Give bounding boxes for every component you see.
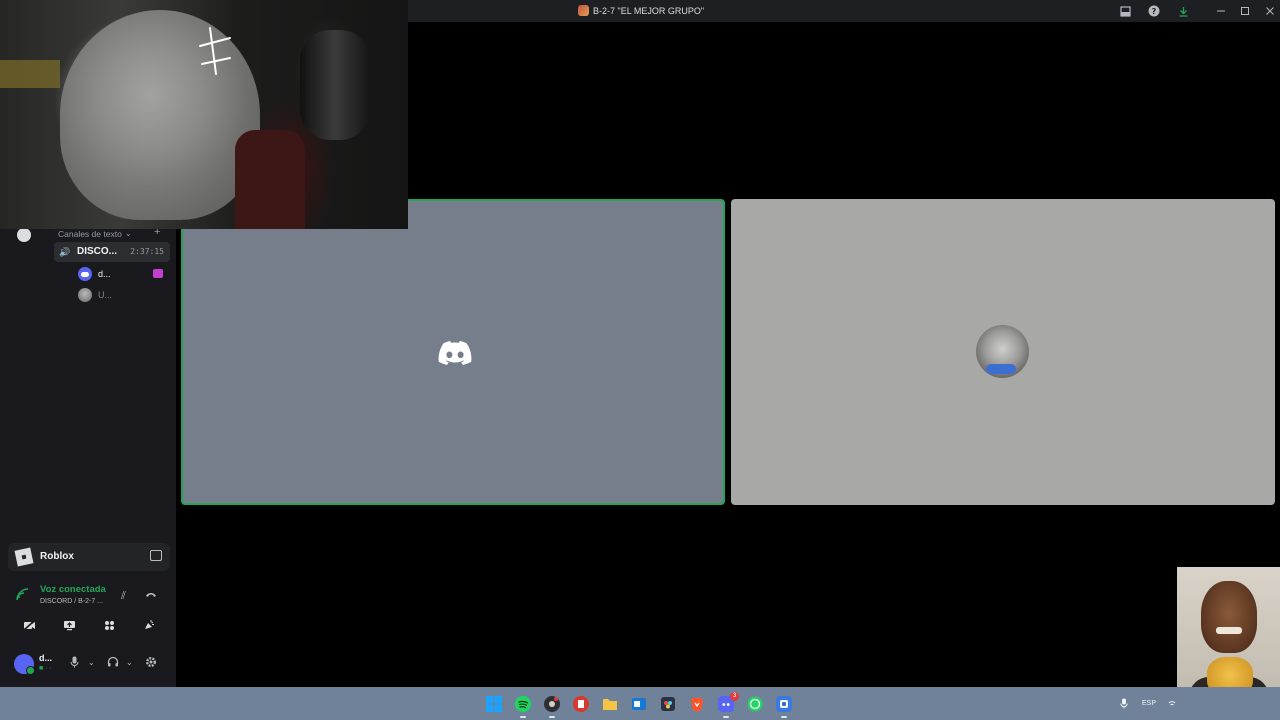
headphones-icon[interactable] xyxy=(107,656,119,670)
avatar xyxy=(78,267,92,281)
activity-panel[interactable]: Roblox xyxy=(8,543,170,571)
soundboard-icon[interactable] xyxy=(136,615,162,635)
category-label: Canales de texto xyxy=(58,228,122,239)
microphone-icon[interactable] xyxy=(70,656,79,671)
member-name: U... xyxy=(98,290,113,300)
chevron-down-icon: ⌄ xyxy=(124,228,132,238)
spotify-icon[interactable] xyxy=(513,694,533,718)
discord-logo-icon xyxy=(438,341,472,365)
video-tile[interactable] xyxy=(731,199,1275,505)
gear-icon[interactable] xyxy=(145,656,157,671)
camera-off-icon[interactable] xyxy=(16,615,42,635)
help-icon[interactable]: ? xyxy=(1147,4,1161,18)
server-icon xyxy=(578,5,589,16)
member-name: d... xyxy=(98,269,111,279)
window-title: B-2-7 "EL MEJOR GRUPO" xyxy=(578,5,704,16)
screen-share-icon[interactable] xyxy=(56,615,82,635)
scribble-mark xyxy=(199,27,231,75)
taskbar-apps: 3 xyxy=(484,692,794,718)
language-indicator[interactable]: ESP xyxy=(1142,700,1156,707)
minimize-icon[interactable] xyxy=(1214,4,1228,18)
window-title-text: B-2-7 "EL MEJOR GRUPO" xyxy=(593,5,705,16)
user-status: ■ · · xyxy=(39,665,52,672)
voice-member[interactable]: d... xyxy=(78,266,111,282)
screen: B-2-7 "EL MEJOR GRUPO" ? Canales de text… xyxy=(0,0,1280,720)
noise-suppression-icon[interactable]: ⫽ xyxy=(121,590,126,603)
video-tile-speaking[interactable] xyxy=(181,199,725,505)
speaker-icon: 🔊 xyxy=(59,247,71,257)
microphone-tray-icon[interactable] xyxy=(1120,698,1128,711)
roblox-icon xyxy=(14,547,34,567)
avatar xyxy=(976,325,1029,378)
avatar[interactable] xyxy=(14,654,35,675)
voice-path[interactable]: DISCORD / B-2-7 ... xyxy=(40,598,103,605)
chevron-down-icon[interactable]: ⌄ xyxy=(126,658,133,667)
svg-text:?: ? xyxy=(1152,7,1157,16)
wifi-icon[interactable] xyxy=(1168,698,1176,710)
brave-icon[interactable] xyxy=(687,694,707,714)
close-icon[interactable] xyxy=(1263,4,1277,18)
screen-share-icon[interactable] xyxy=(150,550,162,561)
voice-channel[interactable]: 🔊 DISCO... 2:37:15 xyxy=(54,242,170,262)
davinci-icon[interactable] xyxy=(658,694,678,714)
maximize-icon[interactable] xyxy=(1238,4,1252,18)
discord-badge: 3 xyxy=(730,692,739,701)
disconnect-icon[interactable] xyxy=(145,589,157,601)
start-icon[interactable] xyxy=(484,694,504,714)
folder-icon[interactable] xyxy=(600,694,620,714)
voice-channel-timer: 2:37:15 xyxy=(130,247,164,256)
signal-icon[interactable] xyxy=(16,588,30,602)
user-panel: d... ■ · · ⌄ ⌄ xyxy=(8,648,170,680)
streamer-webcam xyxy=(0,0,408,229)
user-name[interactable]: d... xyxy=(39,653,52,663)
chevron-down-icon[interactable]: ⌄ xyxy=(88,658,95,667)
voice-status[interactable]: Voz conectada xyxy=(40,584,106,595)
voice-controls xyxy=(10,615,168,635)
chrome-icon[interactable] xyxy=(542,694,562,718)
discord-icon[interactable]: 3 xyxy=(716,692,739,718)
discover-icon[interactable] xyxy=(17,228,31,242)
outlook-icon[interactable] xyxy=(629,694,649,714)
inbox-icon[interactable] xyxy=(1118,4,1132,18)
voice-channel-name: DISCO... xyxy=(77,246,118,257)
avatar xyxy=(78,288,92,302)
voice-connection-panel: Voz conectada DISCORD / B-2-7 ... ⫽ xyxy=(8,578,170,646)
activities-icon[interactable] xyxy=(96,615,122,635)
pdf-icon[interactable] xyxy=(571,694,591,714)
discord-ptb-icon[interactable] xyxy=(774,694,794,718)
whatsapp-icon[interactable] xyxy=(745,694,765,714)
activity-game: Roblox xyxy=(40,551,74,562)
taskbar: 3 xyxy=(0,687,1280,720)
category-header[interactable]: Canales de texto ⌄ xyxy=(58,228,132,239)
stream-live-icon xyxy=(153,269,163,278)
download-icon[interactable] xyxy=(1176,4,1190,18)
voice-member[interactable]: U... xyxy=(78,287,112,303)
